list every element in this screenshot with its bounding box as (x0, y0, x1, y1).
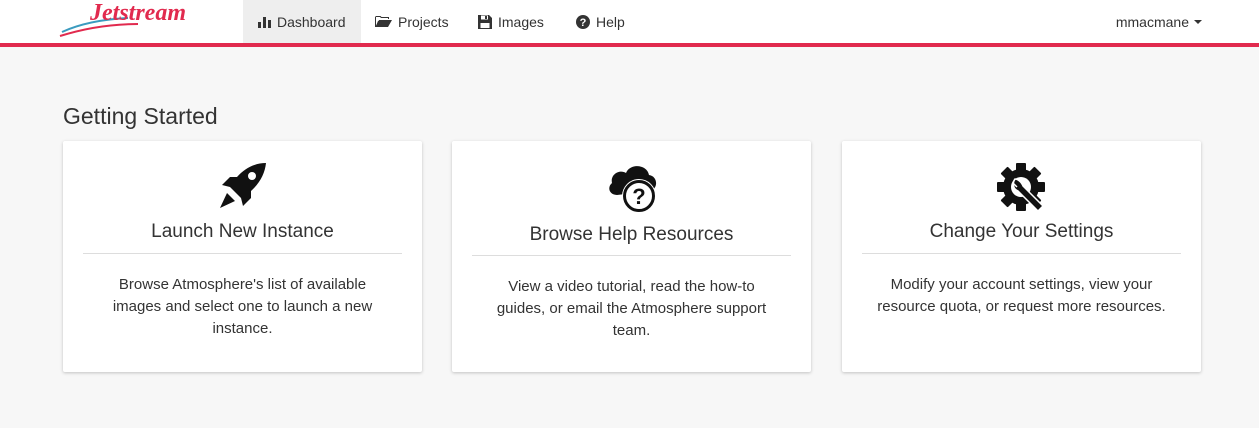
card-change-your-settings[interactable]: Change Your Settings Modify your account… (842, 141, 1201, 372)
caret-down-icon (1194, 19, 1202, 24)
floppy-disk-icon (478, 14, 492, 29)
card-title: Change Your Settings (929, 221, 1114, 242)
card-browse-help-resources[interactable]: ? Browse Help Resources View a video tut… (452, 141, 811, 372)
page-title: Getting Started (63, 103, 218, 129)
card-description: View a video tutorial, read the how-to g… (496, 278, 767, 339)
card-description: Browse Atmosphere's list of available im… (112, 276, 373, 337)
username-label: mmacmane (1115, 13, 1189, 30)
bar-chart-icon (258, 16, 271, 28)
jetstream-logo-image: Jetstream (59, 0, 186, 37)
cloud-help-icon: ? (608, 166, 656, 213)
jetstream-logo[interactable]: Jetstream (58, 0, 208, 44)
top-navbar: Jetstream Dashboard Projects Images ? He… (0, 0, 1259, 47)
card-divider (83, 253, 402, 254)
svg-text:?: ? (632, 184, 645, 209)
user-menu-dropdown[interactable]: mmacmane (1116, 0, 1202, 43)
nav-tab-dashboard[interactable]: Dashboard (243, 0, 361, 43)
card-title: Launch New Instance (151, 221, 334, 242)
folder-open-icon (375, 16, 392, 27)
rocket-icon (219, 163, 266, 208)
question-circle-icon: ? (576, 14, 590, 29)
card-description: Modify your account settings, view your … (877, 276, 1166, 315)
nav-tab-images-label: Images (498, 13, 544, 30)
nav-tab-help-label: Help (596, 13, 625, 30)
nav-tab-help[interactable]: ? Help (576, 0, 625, 43)
svg-text:?: ? (580, 17, 587, 29)
nav-tab-projects-label: Projects (398, 13, 449, 30)
svg-text:Jetstream: Jetstream (89, 0, 186, 26)
nav-tab-projects[interactable]: Projects (375, 0, 449, 43)
nav-tab-images[interactable]: Images (478, 0, 544, 43)
card-launch-new-instance[interactable]: Launch New Instance Browse Atmosphere's … (63, 141, 422, 372)
nav-tab-dashboard-label: Dashboard (277, 13, 346, 30)
card-title: Browse Help Resources (529, 224, 734, 245)
card-divider (862, 253, 1181, 254)
card-divider (472, 255, 791, 256)
settings-wrench-icon (996, 163, 1045, 213)
